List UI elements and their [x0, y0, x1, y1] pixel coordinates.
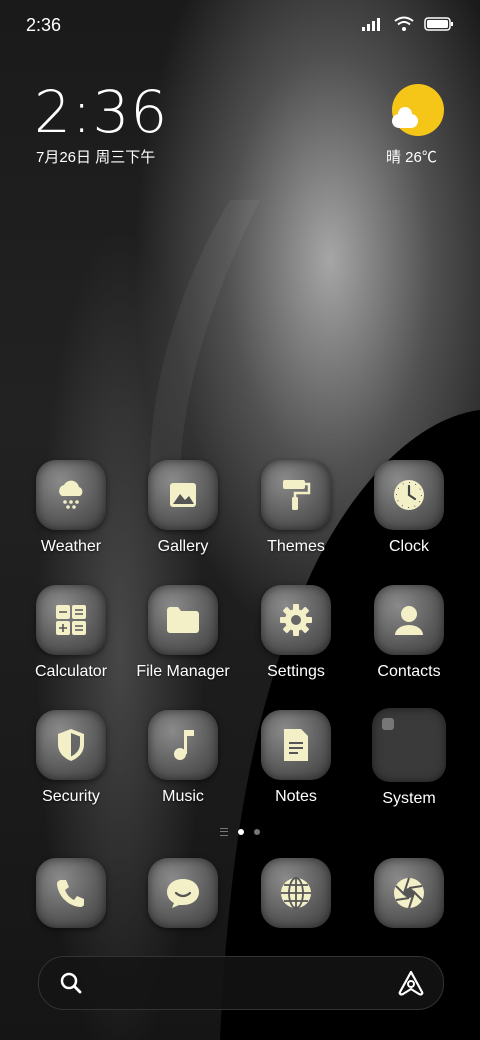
- dock-phone-tile[interactable]: [36, 858, 106, 928]
- dock-browser-tile[interactable]: [261, 858, 331, 928]
- battery-icon: [424, 17, 453, 31]
- message-icon: [167, 879, 199, 908]
- app-label: Calculator: [34, 663, 108, 680]
- page-indicator[interactable]: [0, 828, 480, 836]
- signal-icon: [362, 18, 380, 31]
- app-label: Settings: [267, 663, 325, 680]
- app-calculator-tile[interactable]: [36, 585, 106, 655]
- calculator-icon: [56, 605, 86, 635]
- app-clock[interactable]: Clock: [354, 460, 464, 556]
- image-icon: [170, 483, 196, 507]
- app-notes[interactable]: Notes: [241, 710, 351, 806]
- app-settings[interactable]: Settings: [241, 585, 351, 681]
- app-list-indicator-icon: [220, 828, 228, 836]
- app-label: Contacts: [377, 663, 441, 680]
- gear-icon: [280, 604, 312, 636]
- folder-app-preview-icon: [382, 718, 394, 730]
- cloud-icon: [392, 107, 418, 128]
- weather-snow-icon: [59, 480, 83, 509]
- app-security-tile[interactable]: [36, 710, 106, 780]
- app-calculator[interactable]: Calculator: [16, 585, 126, 681]
- document-icon: [284, 729, 308, 761]
- assistant-icon[interactable]: [397, 970, 425, 996]
- camera-aperture-icon: [394, 877, 424, 909]
- page-dot-active: [238, 829, 244, 835]
- app-notes-tile[interactable]: [261, 710, 331, 780]
- app-gallery[interactable]: Gallery: [128, 460, 238, 556]
- app-music[interactable]: Music: [128, 710, 238, 806]
- app-label: Notes: [275, 788, 317, 805]
- wifi-icon: [394, 16, 414, 31]
- app-file-manager[interactable]: File Manager: [128, 585, 238, 681]
- app-music-tile[interactable]: [148, 710, 218, 780]
- clock-icon: [394, 480, 424, 510]
- app-themes[interactable]: Themes: [241, 460, 351, 556]
- status-time: 2:36: [26, 15, 62, 35]
- app-security[interactable]: Security: [16, 710, 126, 806]
- app-system-folder[interactable]: System: [354, 708, 464, 808]
- globe-icon: [281, 877, 311, 909]
- app-label: Weather: [40, 538, 102, 555]
- dock-messages[interactable]: [128, 858, 238, 928]
- app-label: Clock: [388, 538, 429, 555]
- app-label: File Manager: [136, 663, 230, 680]
- app-file-manager-tile[interactable]: [148, 585, 218, 655]
- app-label: Gallery: [157, 538, 209, 555]
- app-label: Themes: [267, 538, 325, 555]
- dock-camera-tile[interactable]: [374, 858, 444, 928]
- app-label: System: [382, 790, 436, 807]
- app-label: Security: [42, 788, 100, 805]
- clock-widget-time[interactable]: 2:36: [34, 78, 168, 146]
- paint-roller-icon: [283, 480, 311, 510]
- app-label: Music: [162, 788, 204, 805]
- person-icon: [395, 606, 423, 635]
- page-dot: [254, 829, 260, 835]
- shield-icon: [58, 729, 84, 761]
- phone-icon: [57, 880, 84, 907]
- app-weather[interactable]: Weather: [16, 460, 126, 556]
- app-weather-tile[interactable]: [36, 460, 106, 530]
- dock-messages-tile[interactable]: [148, 858, 218, 928]
- dock-browser[interactable]: [241, 858, 351, 928]
- weather-widget-text[interactable]: 晴 26℃: [386, 146, 437, 167]
- app-contacts-tile[interactable]: [374, 585, 444, 655]
- app-system-folder-tile[interactable]: [372, 708, 446, 782]
- search-icon[interactable]: [59, 971, 83, 995]
- music-note-icon: [174, 730, 194, 760]
- app-gallery-tile[interactable]: [148, 460, 218, 530]
- status-bar: 2:36: [0, 0, 480, 50]
- clock-widget-date[interactable]: 7月26日 周三下午: [36, 146, 155, 167]
- search-bar[interactable]: [38, 956, 444, 1010]
- dock-phone[interactable]: [16, 858, 126, 928]
- app-contacts[interactable]: Contacts: [354, 585, 464, 681]
- app-clock-tile[interactable]: [374, 460, 444, 530]
- folder-icon: [167, 607, 199, 633]
- app-settings-tile[interactable]: [261, 585, 331, 655]
- dock-camera[interactable]: [354, 858, 464, 928]
- app-themes-tile[interactable]: [261, 460, 331, 530]
